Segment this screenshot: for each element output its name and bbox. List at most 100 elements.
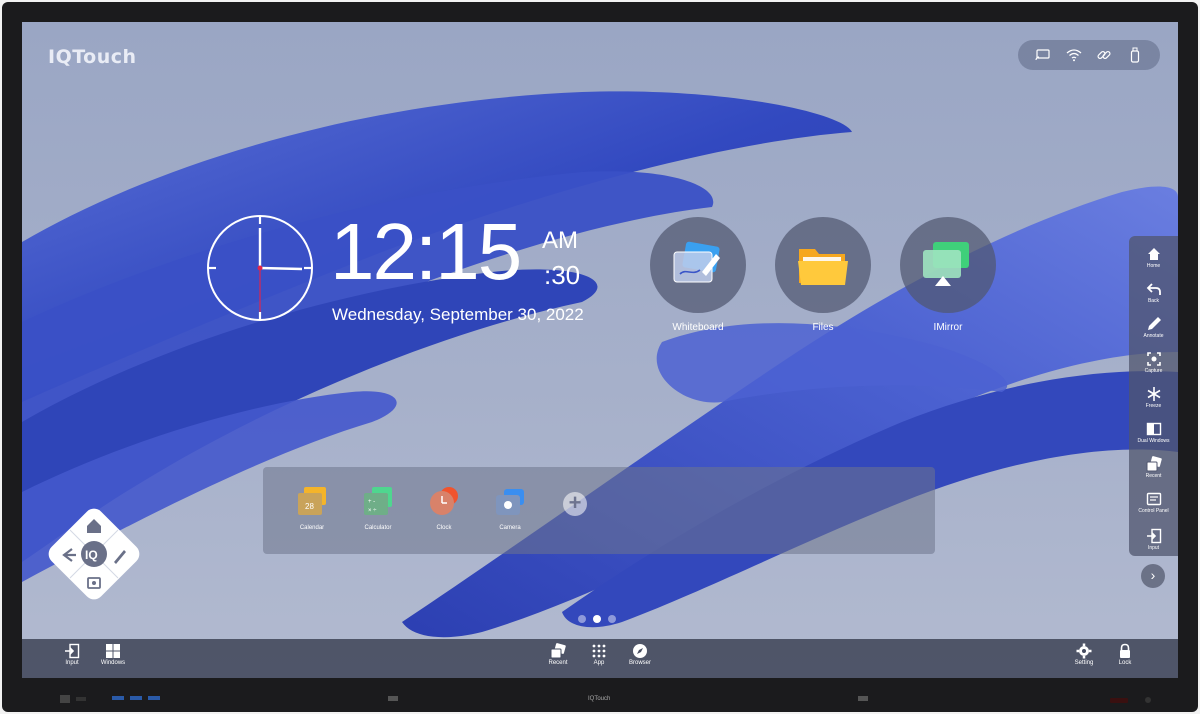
page-dot[interactable] [608, 615, 616, 623]
analog-clock [207, 215, 313, 321]
taskbar-label: Setting [1074, 660, 1094, 666]
dock-label: Clock [436, 525, 452, 531]
recent-icon [1146, 456, 1162, 472]
sidebar-label: Recent [1145, 473, 1162, 479]
app-whiteboard-button[interactable] [650, 217, 746, 313]
sidebar-item-control-panel[interactable]: Control Panel [1129, 491, 1178, 514]
windows-icon [106, 644, 120, 658]
sidebar-label: Annotate [1143, 333, 1164, 339]
usb-icon[interactable] [1126, 46, 1144, 64]
front-port [60, 695, 70, 703]
app-imirror-button[interactable] [900, 217, 996, 313]
link-icon[interactable] [1095, 46, 1113, 64]
sidebar-label: Dual Windows [1137, 438, 1170, 444]
calendar-icon: 28 [298, 487, 326, 515]
sidebar-label: Freeze [1145, 403, 1162, 409]
app-files[interactable]: Files [774, 217, 872, 333]
digital-time: 12:15 [330, 207, 522, 296]
svg-text:IQ: IQ [85, 548, 98, 562]
add-app-button[interactable]: + [563, 492, 587, 516]
svg-text:+ -: + - [368, 499, 375, 505]
sidebar-item-freeze[interactable]: Freeze [1129, 386, 1178, 409]
sidebar-item-home[interactable]: Home [1129, 246, 1178, 269]
taskbar-apps[interactable]: App [579, 643, 619, 666]
calendar-badge: 28 [305, 502, 314, 511]
dock-label: Camera [499, 525, 521, 531]
app-imirror[interactable]: IMirror [899, 217, 997, 333]
control-panel-icon [1146, 492, 1161, 506]
status-bar [1018, 40, 1160, 70]
taskbar-label: Input [65, 660, 79, 666]
brand-logo: IQTouch [48, 46, 137, 68]
seconds: :30 [544, 260, 581, 290]
home-screen: IQTouch 12:15 AM :30 Wednesday, Septembe… [22, 22, 1178, 678]
sidebar-label: Control Panel [1138, 508, 1169, 514]
taskbar-recent[interactable]: Recent [538, 643, 578, 666]
taskbar: Input Windows Recent App Browser Setting… [22, 639, 1178, 678]
taskbar-windows[interactable]: Windows [93, 643, 133, 666]
app-label: Whiteboard [672, 322, 724, 333]
app-label: IMirror [933, 322, 963, 333]
taskbar-setting[interactable]: Setting [1064, 643, 1104, 666]
taskbar-label: Browser [628, 660, 651, 666]
taskbar-browser[interactable]: Browser [620, 643, 660, 666]
pen-icon [1147, 317, 1161, 330]
camera-icon [496, 489, 524, 515]
wifi-icon[interactable] [1065, 46, 1083, 64]
compass-icon [633, 644, 647, 658]
app-dock: 28 Calendar + - × ÷ Calculator Clock Cam… [263, 467, 935, 554]
app-whiteboard[interactable]: Whiteboard [649, 217, 747, 333]
snowflake-icon [1147, 387, 1160, 401]
cast-icon[interactable] [1034, 46, 1052, 64]
app-label: Files [812, 322, 834, 333]
dock-item-calendar[interactable]: 28 Calendar [287, 485, 337, 531]
sidebar-item-back[interactable]: Back [1129, 281, 1178, 304]
sidebar-item-capture[interactable]: Capture [1129, 351, 1178, 374]
navigation-pad[interactable]: IQ [42, 502, 146, 606]
split-window-icon [1146, 422, 1161, 436]
capture-icon [1146, 352, 1161, 366]
sidebar-label: Capture [1144, 368, 1163, 374]
svg-text:× ÷: × ÷ [368, 508, 377, 514]
sidebar-item-dual-windows[interactable]: Dual Windows [1129, 421, 1178, 444]
wallpaper [22, 91, 1178, 638]
iq-tools-icon[interactable]: IQ [81, 541, 107, 567]
taskbar-label: Windows [100, 660, 126, 666]
dock-label: Calendar [299, 525, 325, 531]
taskbar-input[interactable]: Input [52, 643, 92, 666]
sidebar-label: Home [1146, 263, 1161, 269]
gear-icon [1076, 643, 1092, 659]
dock-item-camera[interactable]: Camera [485, 485, 535, 531]
back-icon [1146, 283, 1161, 295]
sidebar-label: Input [1147, 545, 1160, 551]
bezel-front-panel [60, 695, 1151, 703]
sidebar-item-input[interactable]: Input [1129, 528, 1178, 551]
page-dot[interactable] [578, 615, 586, 623]
page-indicator [578, 615, 616, 623]
bezel-brand: IQTouch [588, 696, 611, 702]
taskbar-label: Recent [548, 660, 568, 666]
folder-icon [798, 249, 848, 285]
input-icon [1146, 528, 1161, 544]
sidebar-item-recent[interactable]: Recent [1129, 456, 1178, 479]
apps-grid-icon [592, 644, 606, 658]
clock-icon [430, 487, 458, 515]
taskbar-label: App [593, 660, 605, 666]
dock-label: Calculator [364, 525, 392, 531]
calculator-icon: + - × ÷ [364, 487, 392, 515]
recent-icon [550, 643, 566, 659]
whiteboard-icon [673, 241, 720, 283]
date-text: Wednesday, September 30, 2022 [332, 305, 584, 324]
dock-item-clock[interactable]: Clock [419, 485, 469, 531]
sidebar-expand-button[interactable]: › [1141, 564, 1165, 588]
input-icon [65, 643, 80, 659]
home-icon [1147, 248, 1160, 260]
quick-sidebar: Home Back Annotate Capture Freeze Dual W… [1129, 236, 1178, 556]
lock-icon [1120, 643, 1130, 658]
taskbar-lock[interactable]: Lock [1105, 643, 1145, 666]
taskbar-label: Lock [1118, 660, 1132, 666]
page-dot-active[interactable] [593, 615, 601, 623]
sidebar-item-annotate[interactable]: Annotate [1129, 316, 1178, 339]
app-files-button[interactable] [775, 217, 871, 313]
dock-item-calculator[interactable]: + - × ÷ Calculator [353, 485, 403, 531]
